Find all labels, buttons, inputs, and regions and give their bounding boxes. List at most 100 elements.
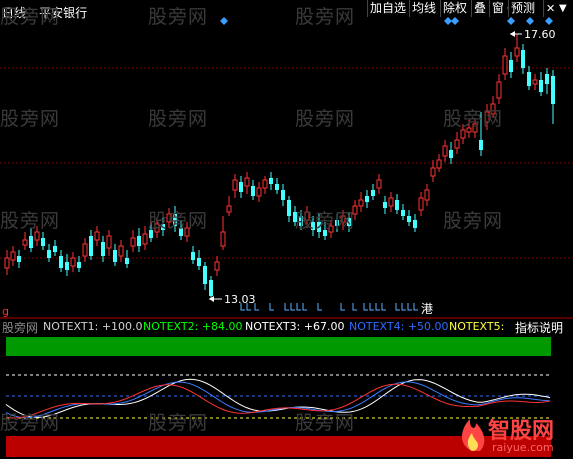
moving-average-button[interactable]: 均线 <box>409 0 439 17</box>
candlestick <box>82 238 88 262</box>
candlestick <box>502 48 508 80</box>
watermark: 股旁网 <box>0 108 61 130</box>
watermark: 股旁网 <box>148 108 209 130</box>
logo-site: raiyue.com <box>492 441 554 454</box>
candlestick <box>527 66 531 90</box>
candlestick <box>89 230 93 260</box>
watermark: 股旁网 <box>148 210 209 232</box>
candlestick-series <box>4 34 555 300</box>
candlestick <box>418 192 424 216</box>
l-marker <box>290 303 295 311</box>
close-icon[interactable]: ✕ <box>543 0 558 17</box>
diamond-marker <box>451 17 459 25</box>
l-marker <box>296 303 301 311</box>
candlestick <box>449 142 453 164</box>
l-marker <box>413 303 418 311</box>
candlestick <box>130 230 136 252</box>
l-marker <box>284 303 289 311</box>
candlestick <box>10 246 16 266</box>
candlestick <box>142 226 148 250</box>
candlestick <box>256 182 262 202</box>
candlestick <box>65 254 69 276</box>
candlestick <box>47 244 51 262</box>
candlestick <box>239 176 243 198</box>
candlestick <box>365 190 369 208</box>
l-marker <box>254 303 259 311</box>
chevron-down-icon[interactable]: ▼ <box>557 0 569 17</box>
candlestick <box>539 72 543 96</box>
candlestick <box>371 184 375 200</box>
bottom-tag: 港 <box>421 302 433 316</box>
l-marker <box>352 303 357 311</box>
candlestick <box>287 196 291 222</box>
indicator-name: 股旁网 <box>2 321 39 335</box>
l-marker <box>369 303 374 311</box>
candlestick <box>53 240 57 256</box>
candlestick <box>496 74 502 104</box>
candlestick <box>401 204 405 220</box>
candlestick <box>191 246 195 264</box>
candlestick <box>22 232 28 250</box>
candlestick <box>281 184 285 206</box>
watermark: 股旁网 <box>0 210 61 232</box>
l-marker <box>317 303 322 311</box>
candlestick <box>214 256 220 276</box>
diamond-marker <box>444 17 452 25</box>
candlestick <box>4 250 10 275</box>
candlestick <box>442 140 448 162</box>
l-marker <box>375 303 380 311</box>
high-price-label: 17.60 <box>524 28 556 41</box>
l-marker <box>395 303 400 311</box>
candlestick <box>521 44 525 74</box>
ex-rights-button[interactable]: 除权 <box>440 0 470 17</box>
candlestick <box>197 250 201 270</box>
low-annotation: 13.03 <box>209 293 256 306</box>
l-marker <box>340 303 345 311</box>
candlestick <box>454 132 460 154</box>
candlestick <box>436 154 442 172</box>
watermark: 股旁网 <box>148 6 209 28</box>
candlestick <box>262 176 268 194</box>
candlestick <box>244 172 250 194</box>
candlestick <box>509 52 513 78</box>
watermark: 股旁网 <box>295 108 356 130</box>
candlestick <box>220 216 226 250</box>
l-marker <box>401 303 406 311</box>
indicator-help-button[interactable]: 指标说明 <box>515 319 563 336</box>
candlestick <box>251 180 255 200</box>
candlestick <box>395 194 399 214</box>
candlestick <box>275 178 279 194</box>
candlestick <box>514 34 520 62</box>
candlestick <box>388 192 394 212</box>
forecast-button[interactable]: 预测 <box>508 0 538 17</box>
candlestick <box>551 70 555 124</box>
window-button[interactable]: 窗 <box>489 0 507 17</box>
candlestick <box>430 160 436 182</box>
candlestick <box>203 262 207 290</box>
candlestick <box>94 226 100 246</box>
candlestick <box>106 230 112 256</box>
watermark: 股旁网 <box>295 412 356 434</box>
overlay-button[interactable]: 叠 <box>471 0 489 17</box>
left-tag: g <box>2 305 9 318</box>
candlestick <box>59 250 63 272</box>
l-marker <box>269 303 274 311</box>
candlestick <box>358 192 364 212</box>
l-marker <box>302 303 307 311</box>
l-marker <box>407 303 412 311</box>
candlestick <box>383 196 387 214</box>
candlestick <box>41 232 45 250</box>
watermark: 股旁网 <box>443 108 504 130</box>
candlestick <box>226 196 232 216</box>
candlestick <box>17 250 21 268</box>
notext5-value: NOTEXT5: <box>449 320 505 333</box>
diamond-marker <box>526 17 534 25</box>
l-marker <box>381 303 386 311</box>
candlestick <box>269 172 273 190</box>
notext4-value: NOTEXT4: +50.00 <box>349 320 449 333</box>
candlestick <box>70 252 76 272</box>
candlestick <box>118 240 124 262</box>
notext2-value: NOTEXT2: +84.00 <box>143 320 243 333</box>
watermark: 股旁网 <box>295 210 356 232</box>
add-watchlist-button[interactable]: 加自选 <box>367 0 409 17</box>
